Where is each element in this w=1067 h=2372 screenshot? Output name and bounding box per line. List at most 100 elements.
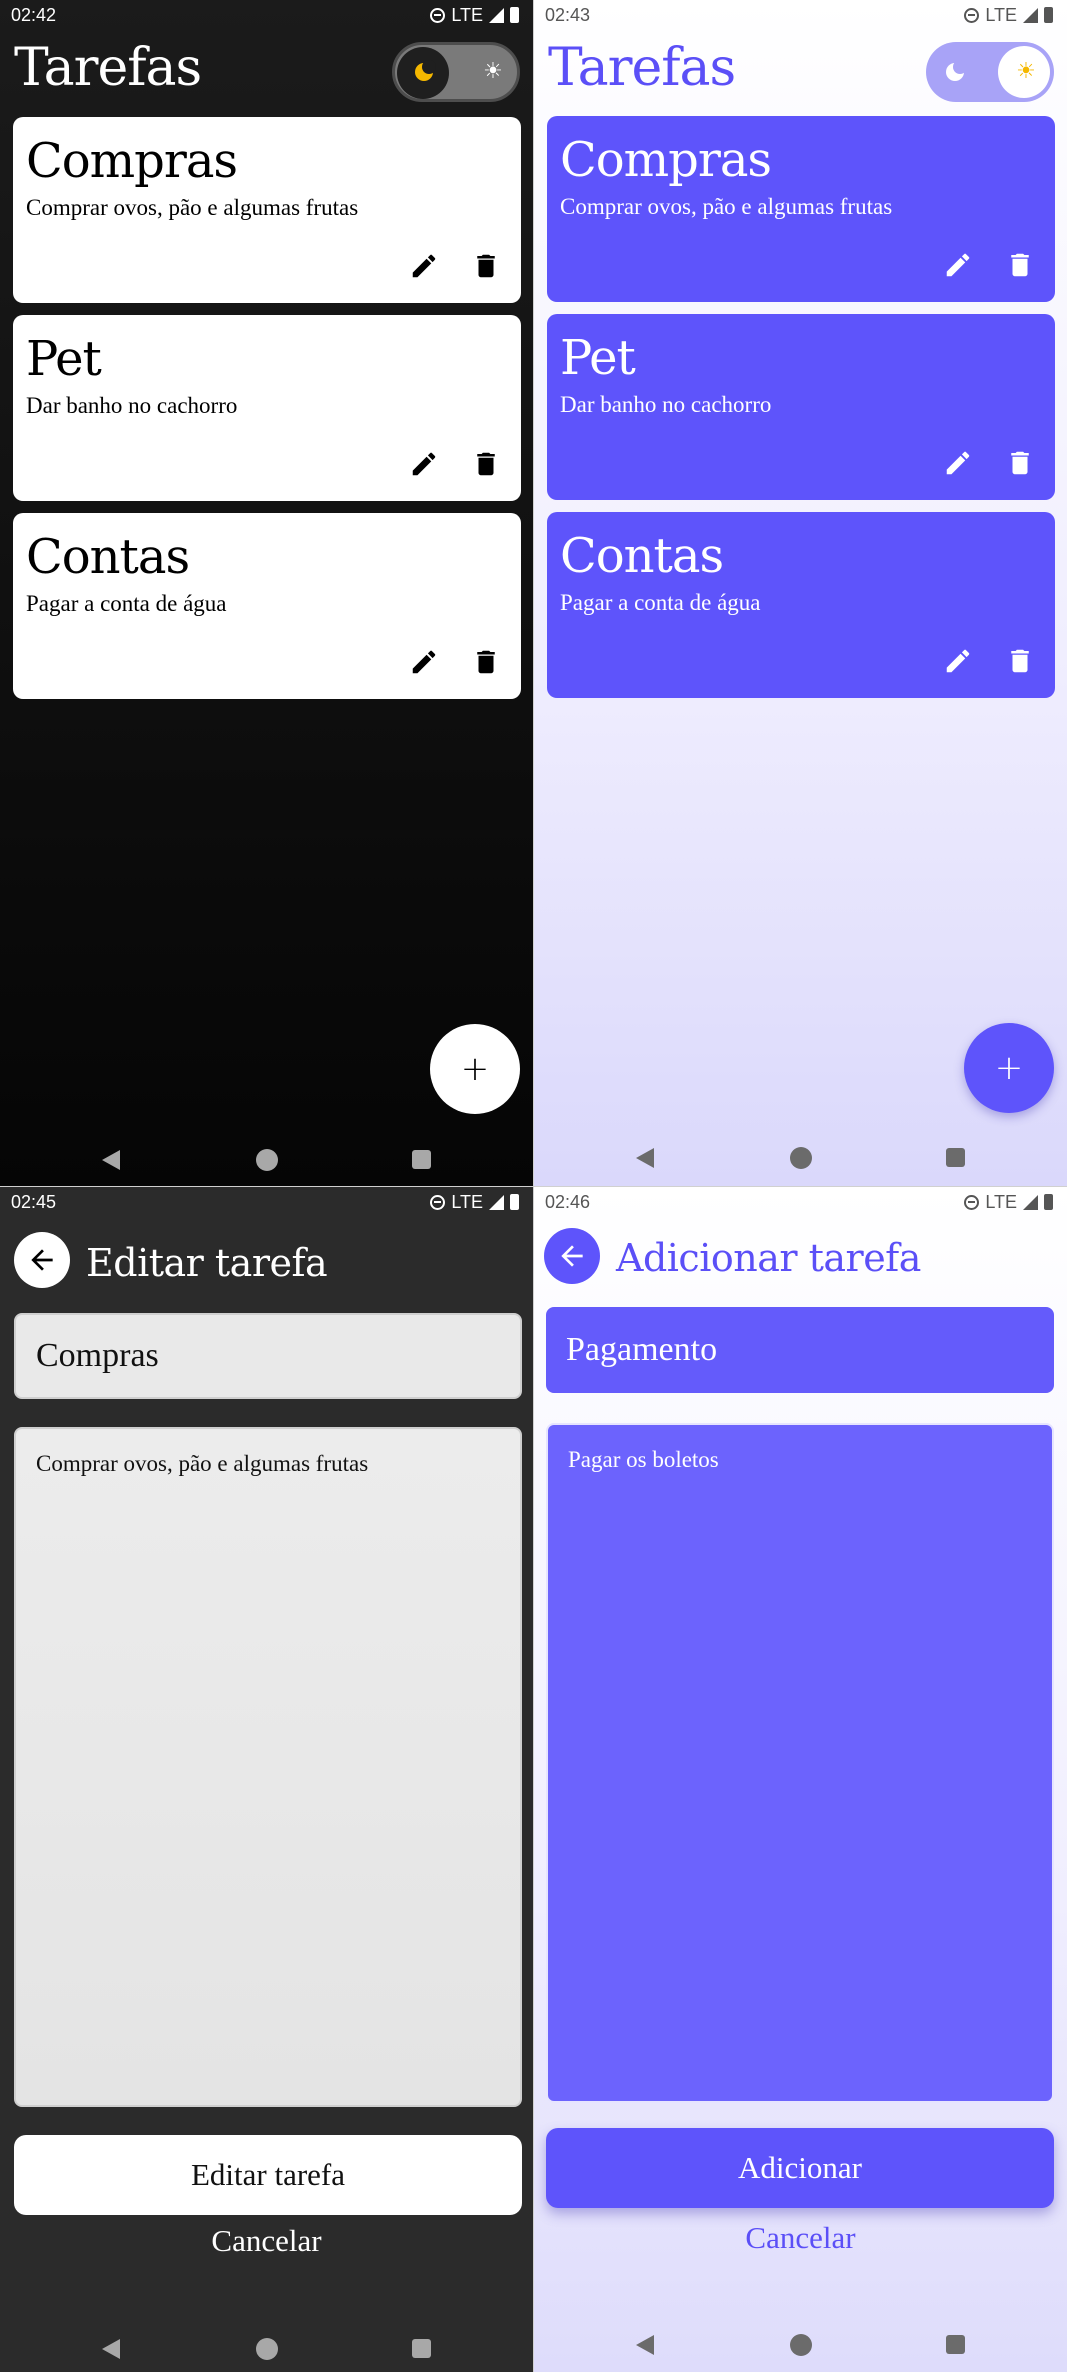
task-list-screen-light: 02:43 LTE Tarefas ☀ Compras Comprar ovos… bbox=[534, 0, 1067, 1186]
cancel-button[interactable]: Cancelar bbox=[534, 2220, 1067, 2256]
do-not-disturb-icon bbox=[430, 7, 446, 23]
trash-icon[interactable] bbox=[471, 449, 501, 479]
cancel-button[interactable]: Cancelar bbox=[0, 2223, 533, 2259]
do-not-disturb-icon bbox=[964, 1194, 980, 1210]
arrow-left-icon bbox=[31, 1249, 53, 1271]
trash-icon[interactable] bbox=[1005, 250, 1035, 280]
trash-icon[interactable] bbox=[471, 251, 501, 281]
task-description: Pagar a conta de água bbox=[560, 590, 761, 615]
network-type: LTE bbox=[451, 4, 483, 25]
nav-home-icon[interactable] bbox=[790, 1147, 812, 1169]
plus-icon: + bbox=[994, 1048, 1024, 1088]
task-card[interactable]: Contas Pagar a conta de água bbox=[13, 513, 521, 699]
status-bar: 02:43 LTE bbox=[534, 0, 1067, 30]
edit-task-screen-dark: 02:45 LTE Editar tarefa Compras Comprar … bbox=[0, 1187, 533, 2372]
task-card[interactable]: Contas Pagar a conta de água bbox=[547, 512, 1055, 698]
nav-home-icon[interactable] bbox=[790, 2334, 812, 2356]
task-title: Pet bbox=[560, 330, 636, 386]
add-task-screen-light: 02:46 LTE Adicionar tarefa Pagamento Pag… bbox=[534, 1187, 1067, 2372]
nav-back-icon[interactable] bbox=[636, 2335, 654, 2355]
task-title: Compras bbox=[26, 133, 238, 189]
task-title: Compras bbox=[560, 132, 772, 188]
task-description: Comprar ovos, pão e algumas frutas bbox=[560, 194, 893, 219]
page-title: Tarefas bbox=[548, 38, 736, 98]
battery-icon bbox=[1044, 7, 1053, 23]
task-title-input[interactable]: Pagamento bbox=[546, 1307, 1054, 1393]
moon-icon bbox=[946, 60, 967, 81]
edit-task-button[interactable]: Editar tarefa bbox=[14, 2135, 522, 2215]
battery-icon bbox=[1044, 1194, 1053, 1210]
moon-icon bbox=[415, 60, 436, 81]
nav-back-icon[interactable] bbox=[636, 1148, 654, 1168]
task-title-input[interactable]: Compras bbox=[14, 1313, 522, 1399]
signal-icon bbox=[1023, 1194, 1038, 1210]
signal-icon bbox=[489, 1194, 504, 1210]
pencil-icon[interactable] bbox=[409, 449, 439, 479]
task-description-input[interactable]: Pagar os boletos bbox=[546, 1423, 1054, 2103]
status-time: 02:45 bbox=[11, 1191, 57, 1212]
add-task-button[interactable]: + bbox=[964, 1023, 1054, 1113]
trash-icon[interactable] bbox=[1005, 448, 1035, 478]
network-type: LTE bbox=[985, 1191, 1017, 1212]
page-title: Tarefas bbox=[14, 38, 202, 98]
status-bar: 02:45 LTE bbox=[0, 1187, 533, 1217]
pencil-icon[interactable] bbox=[943, 448, 973, 478]
pencil-icon[interactable] bbox=[409, 251, 439, 281]
back-button[interactable] bbox=[544, 1228, 600, 1284]
back-button[interactable] bbox=[14, 1232, 70, 1288]
add-task-button[interactable]: + bbox=[430, 1024, 520, 1114]
task-description: Dar banho no cachorro bbox=[560, 392, 772, 417]
do-not-disturb-icon bbox=[430, 1194, 446, 1210]
task-title: Contas bbox=[560, 528, 724, 584]
add-task-submit-button[interactable]: Adicionar bbox=[546, 2128, 1054, 2208]
battery-icon bbox=[510, 7, 519, 23]
nav-recents-icon[interactable] bbox=[946, 2335, 965, 2354]
theme-toggle[interactable]: ☀ bbox=[392, 42, 520, 102]
task-description: Comprar ovos, pão e algumas frutas bbox=[26, 195, 359, 220]
network-type: LTE bbox=[985, 4, 1017, 25]
system-nav-bar bbox=[534, 1138, 1067, 1178]
nav-back-icon[interactable] bbox=[102, 2339, 120, 2359]
task-title: Pet bbox=[26, 331, 102, 387]
task-title: Contas bbox=[26, 529, 190, 585]
nav-recents-icon[interactable] bbox=[412, 1150, 431, 1169]
task-card[interactable]: Pet Dar banho no cachorro bbox=[547, 314, 1055, 500]
nav-back-icon[interactable] bbox=[102, 1150, 120, 1170]
network-type: LTE bbox=[451, 1191, 483, 1212]
trash-icon[interactable] bbox=[1005, 646, 1035, 676]
battery-icon bbox=[510, 1194, 519, 1210]
task-list-screen-dark: 02:42 LTE Tarefas ☀ #p1 .moon::after { b… bbox=[0, 0, 533, 1186]
system-nav-bar bbox=[534, 2325, 1067, 2365]
status-time: 02:43 bbox=[545, 4, 591, 25]
nav-home-icon[interactable] bbox=[256, 1149, 278, 1171]
pencil-icon[interactable] bbox=[943, 646, 973, 676]
screen-title: Editar tarefa bbox=[86, 1241, 328, 1285]
task-card[interactable]: Compras Comprar ovos, pão e algumas frut… bbox=[13, 117, 521, 303]
plus-icon: + bbox=[460, 1049, 490, 1089]
status-time: 02:42 bbox=[11, 4, 57, 25]
system-nav-bar bbox=[0, 1140, 533, 1180]
nav-recents-icon[interactable] bbox=[946, 1148, 965, 1167]
theme-toggle[interactable]: ☀ bbox=[926, 42, 1054, 102]
nav-home-icon[interactable] bbox=[256, 2338, 278, 2360]
status-time: 02:46 bbox=[545, 1191, 591, 1212]
screen-title: Adicionar tarefa bbox=[616, 1236, 921, 1280]
trash-icon[interactable] bbox=[471, 647, 501, 677]
task-card[interactable]: Pet Dar banho no cachorro bbox=[13, 315, 521, 501]
arrow-left-icon bbox=[561, 1245, 583, 1267]
sun-icon: ☀ bbox=[483, 59, 503, 84]
task-card[interactable]: Compras Comprar ovos, pão e algumas frut… bbox=[547, 116, 1055, 302]
sun-icon: ☀ bbox=[1016, 59, 1036, 84]
pencil-icon[interactable] bbox=[943, 250, 973, 280]
pencil-icon[interactable] bbox=[409, 647, 439, 677]
signal-icon bbox=[1023, 7, 1038, 23]
do-not-disturb-icon bbox=[964, 7, 980, 23]
task-description: Dar banho no cachorro bbox=[26, 393, 238, 418]
task-description: Pagar a conta de água bbox=[26, 591, 227, 616]
task-description-input[interactable]: Comprar ovos, pão e algumas frutas bbox=[14, 1427, 522, 2107]
signal-icon bbox=[489, 7, 504, 23]
status-bar: 02:46 LTE bbox=[534, 1187, 1067, 1217]
status-bar: 02:42 LTE bbox=[0, 0, 533, 30]
system-nav-bar bbox=[0, 2329, 533, 2369]
nav-recents-icon[interactable] bbox=[412, 2339, 431, 2358]
